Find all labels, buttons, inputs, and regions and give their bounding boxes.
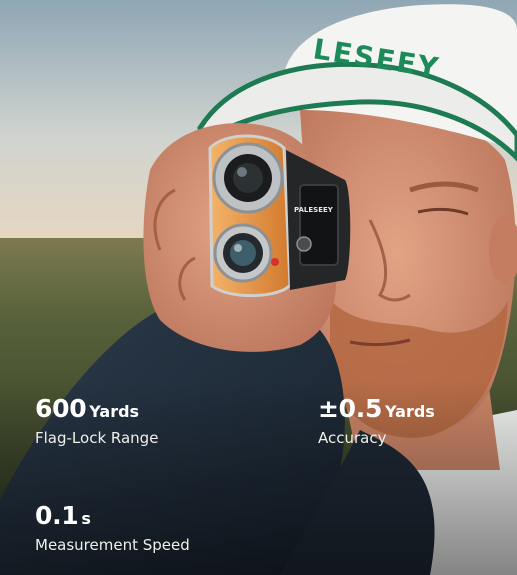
stat-value-row: 0.1 s [35, 501, 190, 531]
stat-unit: Yards [385, 402, 435, 421]
stat-label: Measurement Speed [35, 536, 190, 554]
stat-value: 0.1 [35, 501, 79, 530]
stat-unit: s [81, 509, 91, 528]
stat-value-row: 600 Yards [35, 394, 158, 424]
stat-label: Accuracy [318, 429, 387, 447]
stat-accuracy: ±0.5 Yards Accuracy [318, 394, 435, 448]
stat-flag-lock-range: 600 Yards Flag-Lock Range [35, 394, 158, 448]
stat-value-row: ±0.5 Yards [318, 394, 435, 424]
golfer-rangefinder-photo: LESEEY PALESEEY [0, 0, 517, 575]
stat-value: 600 [35, 394, 87, 423]
product-photo: LESEEY PALESEEY [0, 0, 517, 575]
stat-label: Flag-Lock Range [35, 429, 159, 447]
stat-unit: Yards [89, 402, 140, 421]
stat-value: ±0.5 [318, 394, 383, 423]
stat-measurement-speed: 0.1 s Measurement Speed [35, 501, 190, 555]
device-logo-text: PALESEEY [294, 206, 334, 214]
